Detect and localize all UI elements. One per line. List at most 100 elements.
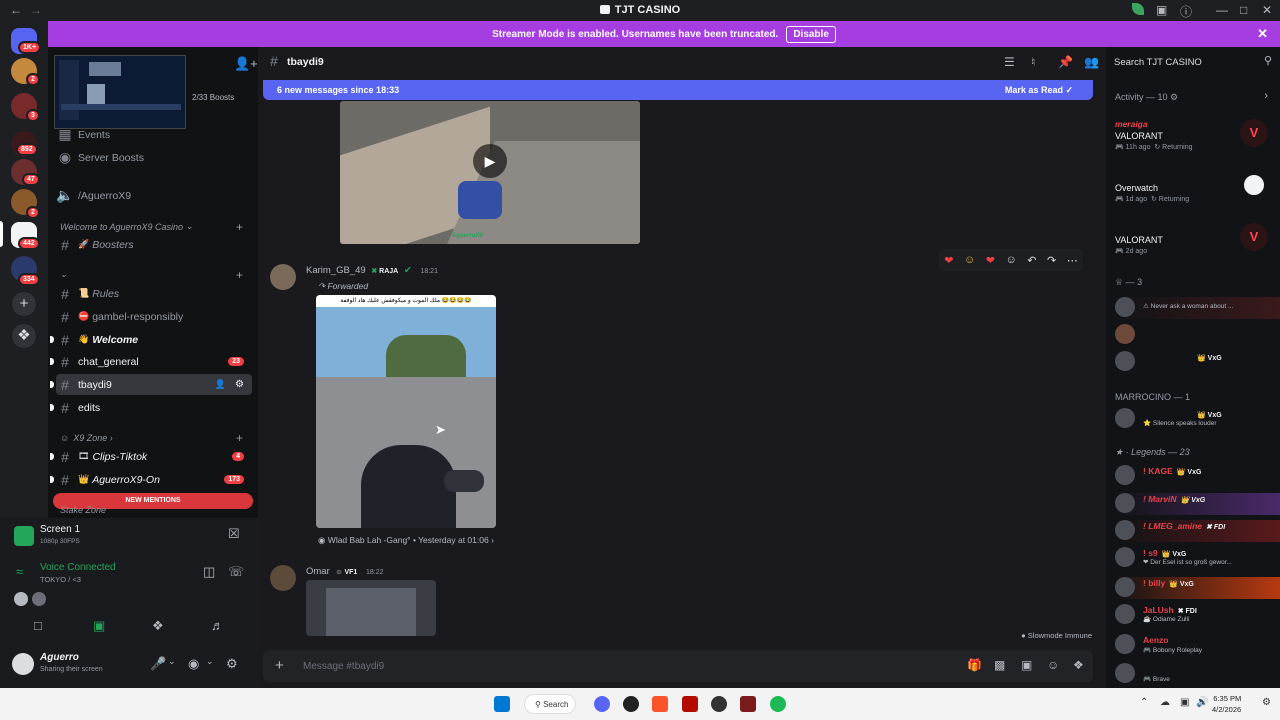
activity-card[interactable]: Overwatch 🎮 1d ago ↻ Returning (1115, 171, 1280, 203)
gif-icon[interactable]: ▩ (994, 658, 1005, 672)
channel-clips-tiktok[interactable]: # 🎞 Clips-Tiktok 4 (50, 446, 252, 467)
mute-bell-icon[interactable]: ♮ (1031, 55, 1035, 69)
member-row[interactable]: 🎮 Brave (1115, 663, 1280, 685)
soundboard-icon[interactable]: ♬ (211, 618, 224, 633)
channel-edits[interactable]: # edits (50, 397, 252, 418)
member-list-icon[interactable]: 👥 (1084, 55, 1099, 69)
attach-plus-icon[interactable]: + (275, 657, 284, 674)
activity-card[interactable]: VALORANT 🎮 2d ago V (1115, 223, 1280, 255)
invite-icon[interactable]: 👤 (215, 379, 226, 390)
forward-icon[interactable]: ↷ (1047, 254, 1056, 267)
member-row[interactable]: ! MarviN 👑 VxG (1115, 493, 1280, 515)
sticker-icon[interactable]: ▣ (1021, 658, 1032, 672)
avatar[interactable] (270, 565, 296, 591)
onedrive-icon[interactable]: ☁ (1160, 697, 1170, 708)
network-icon[interactable]: ▣ (1180, 697, 1189, 708)
reply-icon[interactable]: ↶ (1027, 254, 1036, 267)
microphone-icon[interactable]: 🎤 (150, 656, 166, 672)
sidebar-item-events[interactable]: ▦ Events (56, 124, 252, 145)
member-row[interactable]: ! KAGE 👑 VxG (1115, 465, 1280, 487)
noise-suppression-icon[interactable]: ◫ (203, 564, 215, 580)
message-input[interactable] (303, 657, 923, 675)
activity-card[interactable]: meraiga VALORANT 🎮 11h ago ↻ Returning V (1115, 119, 1280, 151)
member-row[interactable]: Aenzo 🎮 Bobony Roleplay (1115, 634, 1280, 656)
avatar[interactable] (270, 264, 296, 290)
discover-icon[interactable]: ❖ (12, 324, 36, 348)
boost-count[interactable]: 2/33 Boosts (192, 93, 234, 102)
member-row[interactable]: JaLUsh ✖ FDI ☕ Odiame Zulli (1115, 604, 1280, 626)
mark-as-read-button[interactable]: Mark as Read ✓ (1005, 85, 1073, 96)
chevron-down-icon[interactable]: ⌄ (206, 656, 214, 667)
role-tag[interactable]: ✖ RAJA (371, 267, 398, 275)
author-name[interactable]: Karim_GB_49 (306, 265, 366, 276)
search-icon[interactable]: ⚲ (1264, 54, 1272, 67)
taskbar-search[interactable]: ⚲ Search (524, 694, 576, 714)
windows-start-icon[interactable] (494, 696, 510, 712)
channel-tbaydi9[interactable]: # tbaydi9 👤 ⚙ (50, 374, 252, 395)
chevron-right-icon[interactable]: › (1264, 90, 1268, 102)
member-row[interactable]: 👑 VxG (1115, 351, 1280, 373)
channel-boosters[interactable]: # 🚀 Boosters (56, 234, 252, 255)
add-channel-icon[interactable]: + (236, 268, 243, 282)
voice-channel-name[interactable]: TOKYO / <3 (40, 575, 81, 584)
close-window-icon[interactable]: ✕ (1262, 3, 1272, 17)
channel-rules[interactable]: # 📜 Rules (56, 283, 252, 304)
stop-stream-icon[interactable]: ☒ (228, 526, 240, 542)
screen-share-preview[interactable] (54, 55, 186, 129)
username[interactable]: Aguerro (40, 652, 79, 663)
add-reaction-icon[interactable]: ☺ (1005, 254, 1016, 266)
gear-icon[interactable]: ⚙ (235, 379, 244, 390)
search-input[interactable] (1114, 55, 1258, 69)
disconnect-icon[interactable]: ☏ (228, 564, 244, 580)
volume-icon[interactable]: 🔊 (1196, 697, 1208, 708)
help-icon[interactable]: ⓘ (1180, 3, 1192, 20)
category-x9-zone[interactable]: ☺ X9 Zone › + (60, 431, 243, 445)
maximize-icon[interactable]: □ (1240, 3, 1247, 17)
screen-share-icon[interactable]: ▣ (93, 618, 105, 634)
minimize-icon[interactable]: — (1216, 3, 1228, 17)
category-stake-zone[interactable]: Stake Zone (60, 505, 106, 515)
steam-taskbar-icon[interactable] (711, 696, 727, 712)
add-server-icon[interactable]: + (12, 292, 36, 316)
disable-button[interactable]: Disable (786, 25, 836, 43)
invite-icon[interactable]: 👤+ (234, 56, 258, 72)
sidebar-item-aguerrox9[interactable]: 🔈/AguerroX9 (56, 185, 252, 206)
category-unnamed[interactable]: ⌄ + (60, 268, 243, 282)
channel-gambel-responsibly[interactable]: # ⛔ gambel-responsibly (56, 306, 252, 327)
image-attachment[interactable]: ملك الموت و ميكوفقش عليك هاد الوقفة 😂😂😂😂 (316, 295, 496, 528)
role-tag[interactable]: ☺ VF1 (335, 569, 357, 576)
member-row[interactable]: ! s9 👑 VxG ❤ Der Esel ist so groß gewor... (1115, 547, 1280, 569)
headphones-icon[interactable]: ◉ (188, 656, 199, 672)
channel-welcome[interactable]: # 👋 Welcome (50, 329, 252, 350)
camera-off-icon[interactable]: □ (34, 618, 42, 633)
image-attachment[interactable] (306, 580, 436, 636)
chrome-taskbar-icon[interactable] (623, 696, 639, 712)
activity-header[interactable]: Activity — 10 ⚙ (1115, 92, 1178, 103)
category-welcome[interactable]: Welcome to AguerroX9 Casino ⌄ + (60, 220, 243, 234)
apps-icon[interactable]: ❖ (1073, 658, 1084, 672)
forward-source[interactable]: ◉ Wlad Bab Lah -Gang° • Yesterday at 01:… (318, 535, 494, 546)
author-name[interactable]: Omar (306, 566, 330, 577)
acrobat-taskbar-icon[interactable] (682, 696, 698, 712)
activities-icon[interactable]: ❖ (152, 618, 164, 634)
notification-icon[interactable]: ⚙ (1262, 697, 1271, 708)
taskbar-clock[interactable]: 6:35 PM 4/2/2026 (1212, 693, 1241, 715)
more-icon[interactable]: ⋯ (1067, 254, 1078, 267)
avatar[interactable] (12, 653, 34, 675)
new-messages-bar[interactable]: 6 new messages since 18:33 Mark as Read … (263, 80, 1093, 100)
close-banner-icon[interactable]: ✕ (1257, 26, 1268, 42)
play-icon[interactable]: ▶ (473, 144, 507, 178)
app-taskbar-icon[interactable] (740, 696, 756, 712)
inbox-icon[interactable]: ▣ (1156, 3, 1167, 17)
member-row[interactable]: ! billy 👑 VxG (1115, 577, 1280, 599)
laugh-reaction-icon[interactable]: ☺ (964, 254, 975, 266)
member-row[interactable]: ⚠ Never ask a woman about ... (1115, 297, 1280, 319)
settings-gear-icon[interactable]: ⚙ (226, 656, 238, 672)
channel-chat-general[interactable]: # chat_general 23 (50, 351, 252, 372)
leaf-icon[interactable] (1132, 3, 1144, 18)
chevron-up-icon[interactable]: ⌃ (1140, 697, 1148, 708)
threads-icon[interactable]: ☰ (1004, 55, 1015, 69)
sidebar-item-server-boosts[interactable]: ◉ Server Boosts (56, 147, 252, 168)
member-row[interactable]: ! LMEG_amine ✖ FDI (1115, 520, 1280, 542)
chevron-down-icon[interactable]: ⌄ (168, 656, 176, 667)
